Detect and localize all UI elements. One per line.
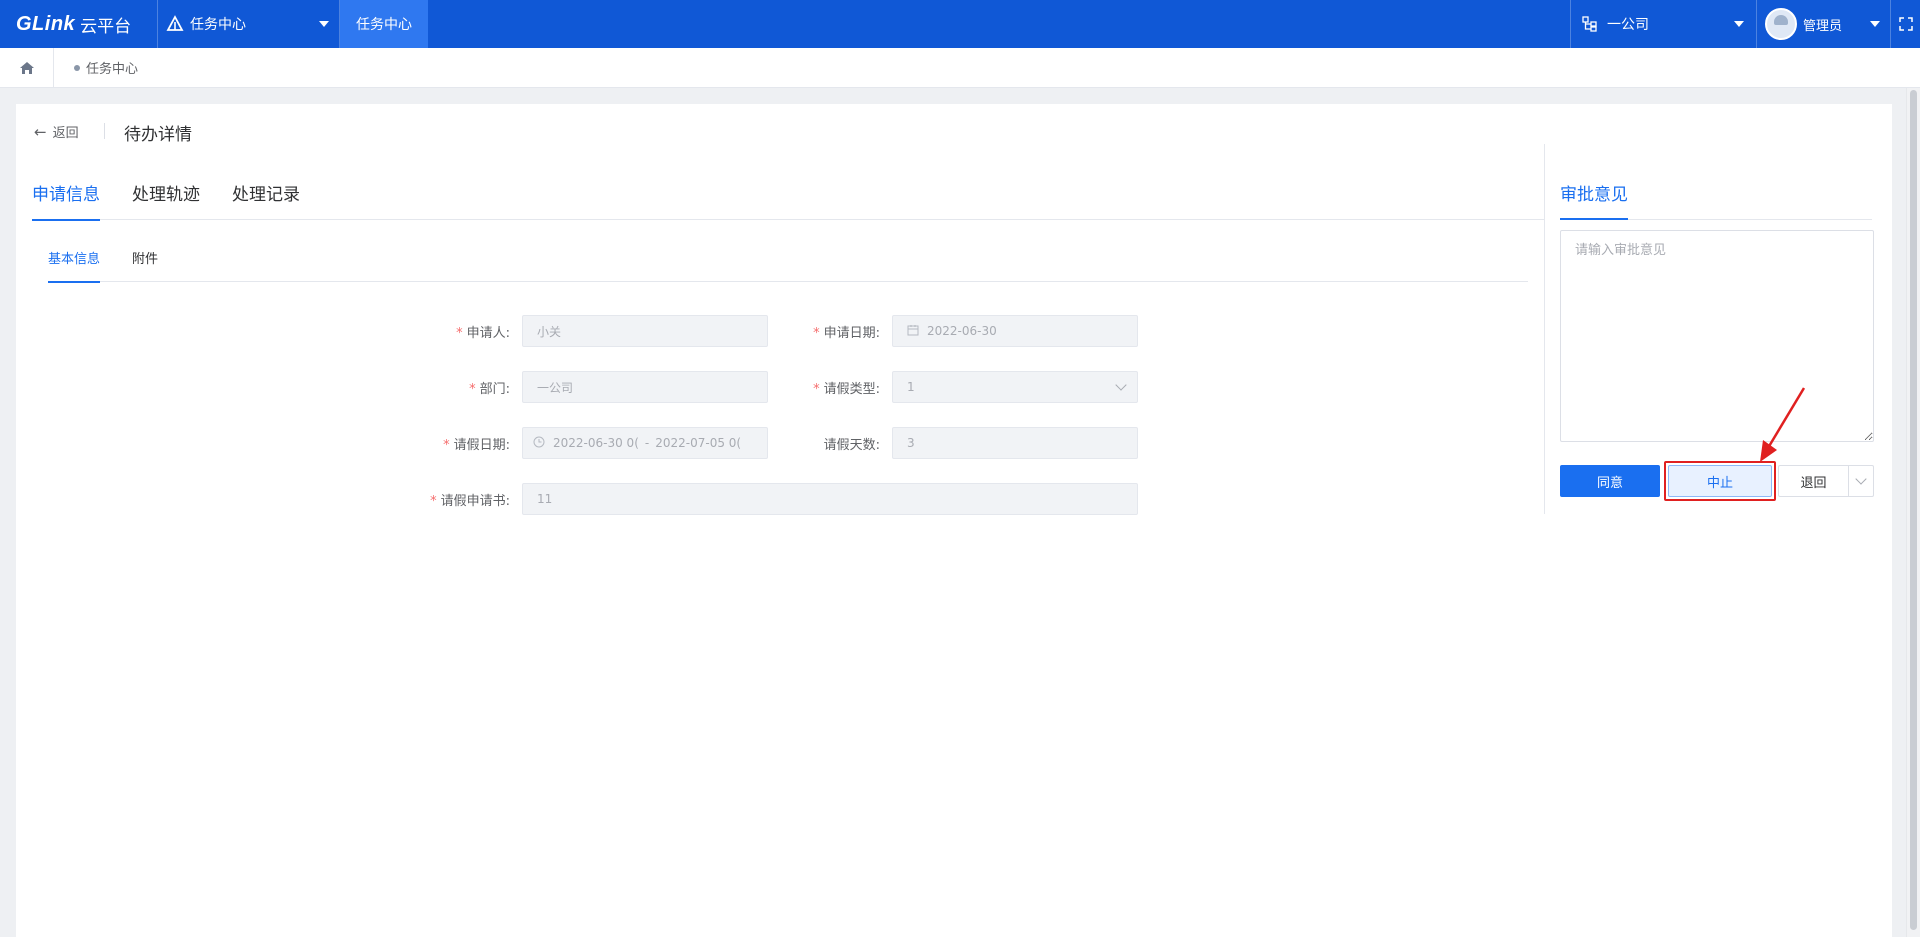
breadcrumb-item[interactable]: 任务中心: [74, 58, 138, 77]
subtab-basic-info[interactable]: 基本信息: [48, 242, 101, 283]
leave-type-select[interactable]: 1: [892, 371, 1138, 403]
scrollbar-thumb[interactable]: [1910, 90, 1917, 930]
sub-tabs: 基本信息 附件: [48, 242, 1528, 283]
return-button[interactable]: 退回: [1778, 465, 1848, 497]
breadcrumb-label: 任务中心: [86, 62, 139, 77]
approval-opinion-input[interactable]: [1560, 230, 1874, 442]
agree-button[interactable]: 同意: [1560, 465, 1660, 497]
caret-down-icon: [1734, 21, 1744, 27]
system-select-label: 任务中心: [190, 17, 246, 33]
user-menu[interactable]: 管理员: [1756, 0, 1890, 48]
breadcrumb: 任务中心: [0, 47, 1920, 88]
form-row-apply-date: * 申请日期: 2022-06-30: [772, 315, 1138, 347]
leave-days-label: 请假天数:: [823, 437, 880, 453]
form-row-leave-date: * 请假日期: 2022-06-30 0( - 2022-07-05 0(: [402, 427, 768, 459]
main-tabs: 申请信息 处理轨迹 处理记录: [32, 170, 1544, 221]
leave-letter-field[interactable]: 11: [522, 483, 1138, 515]
user-name: 管理员: [1803, 18, 1843, 34]
divider: [104, 123, 105, 139]
tab-process-record[interactable]: 处理记录: [232, 170, 300, 220]
applicant-field[interactable]: 小关: [522, 315, 768, 347]
subtab-attachment[interactable]: 附件: [132, 242, 158, 282]
leave-letter-label: * 请假申请书:: [430, 493, 510, 509]
form-row-leave-days: 请假天数: 3: [772, 427, 1138, 459]
leave-days-field[interactable]: 3: [892, 427, 1138, 459]
leave-date-label: * 请假日期:: [443, 437, 510, 453]
logo[interactable]: GLink 云平台: [0, 0, 158, 48]
back-label: 返回: [52, 126, 79, 141]
form-row-department: * 部门: 一公司: [402, 371, 768, 403]
apply-date-field[interactable]: 2022-06-30: [892, 315, 1138, 347]
form-row-leave-type: * 请假类型: 1: [772, 371, 1138, 403]
tab-process-track[interactable]: 处理轨迹: [132, 170, 200, 220]
home-icon: [19, 61, 34, 74]
chevron-down-icon: [1855, 473, 1867, 485]
top-tab-task-center[interactable]: 任务中心: [340, 0, 428, 48]
return-dropdown-button[interactable]: [1848, 465, 1874, 497]
avatar: [1765, 8, 1797, 40]
fullscreen-icon: [1898, 17, 1913, 31]
department-field[interactable]: 一公司: [522, 371, 768, 403]
calendar-icon: [907, 324, 919, 339]
leave-date-start: 2022-06-30 0(: [553, 436, 639, 450]
leave-date-range[interactable]: 2022-06-30 0( - 2022-07-05 0(: [522, 427, 768, 459]
department-label: * 部门:: [469, 381, 510, 397]
fullscreen-button[interactable]: [1890, 0, 1920, 48]
applicant-label: * 申请人:: [456, 325, 510, 341]
form-row-applicant: * 申请人: 小关: [402, 315, 768, 347]
top-navbar: GLink 云平台 任务中心 任务中心 一公司 管理员: [0, 0, 1920, 48]
approval-title[interactable]: 审批意见: [1560, 170, 1628, 220]
detail-card: ← 返回 待办详情 申请信息 处理轨迹 处理记录 基本信息 附件 * 申请人: 小…: [16, 104, 1892, 937]
approval-tab: 审批意见: [1560, 170, 1872, 220]
apply-date-label: * 申请日期:: [813, 325, 880, 341]
org-tree-icon: [1582, 16, 1597, 32]
stop-button[interactable]: 中止: [1668, 465, 1772, 497]
tab-apply-info[interactable]: 申请信息: [32, 170, 100, 221]
caret-down-icon: [319, 21, 329, 27]
chevron-down-icon: [1115, 379, 1127, 391]
form-row-leave-letter: * 请假申请书: 11: [402, 483, 1138, 515]
caret-down-icon: [1870, 21, 1880, 27]
leave-date-end: 2022-07-05 0(: [655, 436, 742, 450]
dot-icon: [74, 64, 80, 71]
brand-suffix: 云平台: [80, 16, 132, 37]
range-separator: -: [644, 436, 650, 450]
brand-name: GLink: [16, 12, 76, 35]
back-button[interactable]: ← 返回: [34, 122, 79, 142]
org-select[interactable]: 一公司: [1570, 0, 1756, 48]
triangle-logo-icon: [166, 15, 184, 31]
org-select-label: 一公司: [1607, 17, 1649, 33]
panel-divider: [1544, 144, 1545, 514]
arrow-left-icon: ←: [34, 122, 47, 141]
clock-icon: [533, 436, 545, 451]
home-button[interactable]: [0, 47, 54, 88]
leave-type-label: * 请假类型:: [813, 381, 880, 397]
system-select[interactable]: 任务中心: [158, 0, 340, 48]
page-title: 待办详情: [124, 125, 192, 145]
